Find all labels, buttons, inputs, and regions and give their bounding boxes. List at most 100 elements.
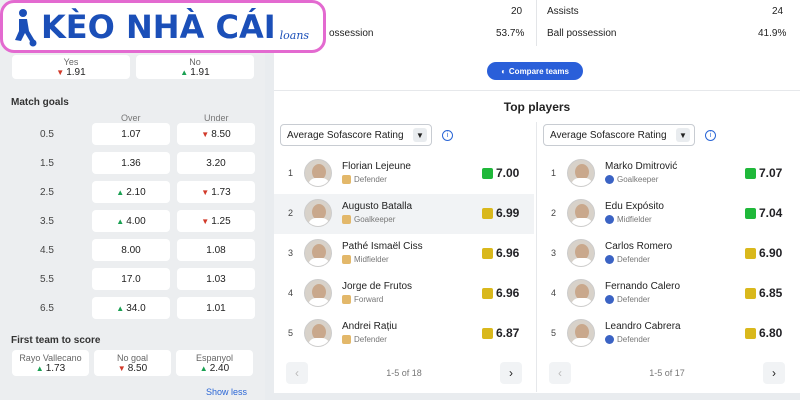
player-name: Fernando Calero [605, 281, 681, 292]
odds-value: 8.50 [127, 362, 148, 374]
rating-select[interactable]: Average Sofascore Rating ▼ [280, 124, 432, 146]
odds-over-button[interactable]: 1.36 [92, 152, 170, 174]
player-rank: 4 [551, 288, 557, 298]
trend-up-icon: ▲ [116, 303, 125, 313]
top-players-home: Average Sofascore Rating ▼ i 1 Florian Lejeu… [274, 122, 534, 392]
stat-value: 24 [772, 6, 784, 17]
odds-over-button[interactable]: 1.07 [92, 123, 170, 145]
odds-label: Yes [63, 56, 79, 67]
player-position: Goalkeeper [605, 175, 658, 184]
odds-value: 2.10 [126, 186, 146, 198]
odds-over-button[interactable]: ▲ 34.0 [92, 297, 170, 319]
trend-down-icon: ▼ [201, 187, 210, 197]
avatar-body [308, 338, 330, 346]
divider [274, 90, 800, 91]
rating-indicator [745, 247, 756, 259]
odds-value: 3.20 [206, 157, 226, 169]
first-team-odds-button[interactable]: No goal ▼ 8.50 [94, 350, 171, 376]
player-name: Florian Lejeune [342, 161, 411, 172]
next-page-button[interactable]: › [763, 362, 785, 384]
odds-under-button[interactable]: ▼ 1.25 [177, 210, 255, 232]
rating-value: 6.99 [496, 206, 520, 220]
stat-label: Assists [547, 6, 579, 17]
player-rank: 4 [288, 288, 294, 298]
odds-under-button[interactable]: 1.03 [177, 268, 255, 290]
rating-value: 6.96 [496, 246, 520, 260]
logo-subtext: loans [279, 29, 310, 42]
pagination-label: 1-5 of 18 [386, 368, 422, 378]
trend-up-icon: ▲ [199, 363, 208, 373]
odds-yes[interactable]: Yes ▼ 1.91 [12, 55, 130, 79]
rating-indicator [482, 327, 493, 339]
rating-indicator [745, 167, 756, 179]
chevron-down-icon: ▼ [676, 128, 690, 142]
show-less-link[interactable]: Show less [206, 387, 247, 397]
odds-under-button[interactable]: ▼ 8.50 [177, 123, 255, 145]
player-name: Augusto Batalla [342, 201, 413, 212]
player-row[interactable]: 4 Fernando Calero Defender 6.85 [537, 274, 797, 314]
compare-teams-button[interactable]: ◐ Compare teams [487, 62, 583, 80]
position-label: Forward [354, 295, 384, 304]
odds-over-button[interactable]: 17.0 [92, 268, 170, 290]
stat-label: Ball possession [547, 28, 617, 39]
player-avatar [567, 199, 595, 227]
trend-up-icon: ▲ [180, 67, 189, 77]
player-row[interactable]: 1 Florian Lejeune Defender 7.00 [274, 154, 534, 194]
player-row[interactable]: 2 Augusto Batalla Goalkeeper 6.99 [274, 194, 534, 234]
player-row[interactable]: 5 Andrei Rațiu Defender 6.87 [274, 314, 534, 354]
position-label: Goalkeeper [354, 215, 396, 224]
player-rank: 5 [551, 328, 557, 338]
player-row[interactable]: 1 Marko Dmitrović Goalkeeper 7.07 [537, 154, 797, 194]
odds-under-button[interactable]: 3.20 [177, 152, 255, 174]
rating-select[interactable]: Average Sofascore Rating ▼ [543, 124, 695, 146]
player-rating: 6.96 [482, 286, 519, 300]
odds-label: Rayo Vallecano [19, 352, 82, 363]
pagination-label: 1-5 of 17 [649, 368, 685, 378]
odds-value: 1.03 [206, 273, 226, 285]
avatar-body [308, 298, 330, 306]
player-row[interactable]: 2 Edu Expósito Midfielder 7.04 [537, 194, 797, 234]
goal-line: 4.5 [40, 245, 54, 256]
odds-no[interactable]: No ▲ 1.91 [136, 55, 254, 79]
player-avatar [304, 159, 332, 187]
position-label: Defender [617, 255, 650, 264]
odds-under-button[interactable]: 1.01 [177, 297, 255, 319]
player-position: Goalkeeper [342, 215, 395, 224]
first-team-odds-button[interactable]: Espanyol ▲ 2.40 [176, 350, 253, 376]
avatar-body [571, 218, 593, 226]
chevron-down-icon: ▼ [413, 128, 427, 142]
odds-value: 4.00 [126, 215, 146, 227]
first-team-odds-button[interactable]: Rayo Vallecano ▲ 1.73 [12, 350, 89, 376]
player-row[interactable]: 3 Pathé Ismaël Ciss Midfielder 6.96 [274, 234, 534, 274]
info-icon[interactable]: i [442, 130, 453, 141]
player-row[interactable]: 5 Leandro Cabrera Defender 6.80 [537, 314, 797, 354]
select-label: Average Sofascore Rating [550, 129, 667, 141]
player-position: Defender [605, 295, 650, 304]
player-position: Defender [342, 335, 387, 344]
avatar-body [571, 298, 593, 306]
team-crest-icon [342, 255, 351, 264]
soccer-player-icon [15, 8, 37, 46]
player-avatar [304, 239, 332, 267]
odds-over-button[interactable]: 8.00 [92, 239, 170, 261]
odds-over-button[interactable]: ▲ 4.00 [92, 210, 170, 232]
next-page-button[interactable]: › [500, 362, 522, 384]
team-crest-icon [605, 175, 614, 184]
odds-label: No goal [116, 352, 149, 363]
team-crest-icon [605, 335, 614, 344]
team-crest-icon [342, 175, 351, 184]
player-position: Forward [342, 295, 383, 304]
rating-indicator [745, 287, 756, 299]
team-crest-icon [342, 215, 351, 224]
odds-over-button[interactable]: ▲ 2.10 [92, 181, 170, 203]
player-rating: 6.85 [745, 286, 782, 300]
player-row[interactable]: 3 Carlos Romero Defender 6.90 [537, 234, 797, 274]
player-row[interactable]: 4 Jorge de Frutos Forward 6.96 [274, 274, 534, 314]
player-rank: 3 [288, 248, 294, 258]
odds-value: 34.0 [126, 302, 146, 314]
info-icon[interactable]: i [705, 130, 716, 141]
odds-under-button[interactable]: 1.08 [177, 239, 255, 261]
odds-under-button[interactable]: ▼ 1.73 [177, 181, 255, 203]
player-avatar [567, 319, 595, 347]
odds-value: 17.0 [121, 273, 141, 285]
